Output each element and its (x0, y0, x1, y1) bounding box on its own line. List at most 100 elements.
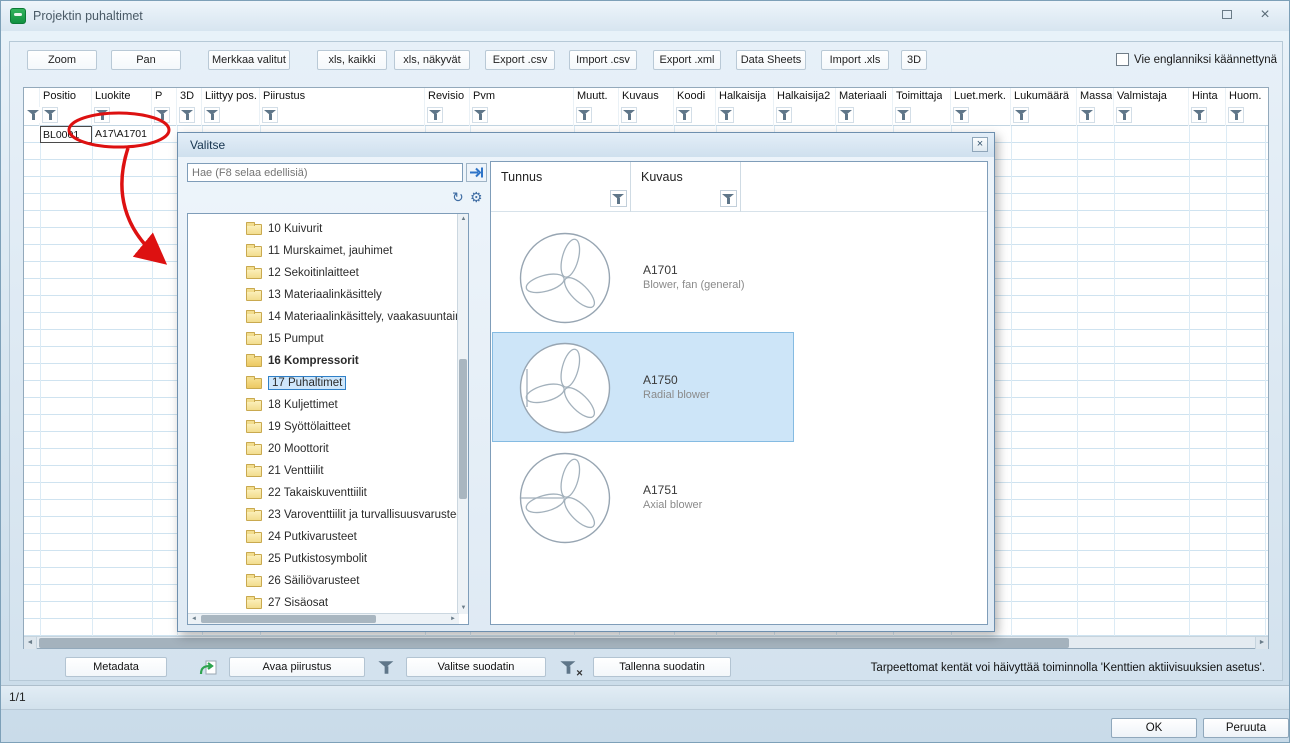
tree-item[interactable]: 26 Säiliövarusteet (188, 570, 468, 592)
filter-button[interactable] (1013, 107, 1029, 123)
close-button[interactable]: × (1251, 5, 1279, 25)
column-header-muutt[interactable]: Muutt. (574, 88, 619, 126)
mark-selected-button[interactable]: Merkkaa valitut (208, 50, 290, 70)
filter-button[interactable] (42, 107, 58, 123)
scroll-up-icon[interactable]: ▲ (458, 214, 469, 225)
filter-button[interactable] (676, 107, 692, 123)
column-header-materiaali[interactable]: Materiaali (836, 88, 893, 126)
filter-button[interactable] (776, 107, 792, 123)
dialog-close-button[interactable]: × (972, 137, 988, 152)
table-horizontal-scrollbar[interactable]: ◄ ► (24, 636, 1268, 648)
result-item-a1750-selected[interactable]: A1750 Radial blower (492, 332, 794, 442)
tree-item[interactable]: 14 Materiaalinkäsittely, vaakasuuntain (188, 306, 468, 328)
filter-button[interactable] (154, 107, 170, 123)
filter-button[interactable] (576, 107, 592, 123)
filter-button[interactable] (953, 107, 969, 123)
export-csv-button[interactable]: Export .csv (485, 50, 555, 70)
filter-button[interactable] (94, 107, 110, 123)
column-header-valmistaja[interactable]: Valmistaja (1114, 88, 1189, 126)
tree-item[interactable]: 13 Materiaalinkäsittely (188, 284, 468, 306)
column-header-3d[interactable]: 3D (177, 88, 202, 126)
export-xml-button[interactable]: Export .xml (653, 50, 721, 70)
import-csv-button[interactable]: Import .csv (569, 50, 637, 70)
column-header-piirustus[interactable]: Piirustus (260, 88, 425, 126)
scroll-right-icon[interactable]: ► (1255, 637, 1268, 649)
scroll-right-icon[interactable]: ► (447, 614, 459, 625)
refresh-icon[interactable]: ↻ (452, 189, 464, 206)
column-header-kuvaus[interactable]: Kuvaus (619, 88, 674, 126)
column-header-huom[interactable]: Huom. (1226, 88, 1265, 126)
tree-item[interactable]: 18 Kuljettimet (188, 394, 468, 416)
tree-item-selected[interactable]: 17 Puhaltimet (188, 372, 468, 394)
filter-button[interactable] (1116, 107, 1132, 123)
scrollbar-thumb[interactable] (201, 615, 376, 623)
dialog-title-bar[interactable]: Valitse × (178, 133, 994, 157)
tree-item[interactable]: 12 Sekoitinlaitteet (188, 262, 468, 284)
column-header-lukumaara[interactable]: Lukumäärä (1011, 88, 1077, 126)
export-english-checkbox[interactable] (1116, 53, 1129, 66)
tree-item[interactable]: 25 Putkistosymbolit (188, 548, 468, 570)
column-header-luet-merk[interactable]: Luet.merk. (951, 88, 1011, 126)
filter-button[interactable] (204, 107, 220, 123)
gutter-filter-button[interactable] (25, 107, 41, 123)
filter-button[interactable] (262, 107, 278, 123)
3d-button[interactable]: 3D (901, 50, 927, 70)
results-column-kuvaus[interactable]: Kuvaus (641, 170, 683, 184)
tree-item[interactable]: 27 Sisäosat (188, 592, 468, 614)
tree-item[interactable]: 19 Syöttölaitteet (188, 416, 468, 438)
save-filter-button[interactable]: Tallenna suodatin (593, 657, 731, 677)
scrollbar-thumb[interactable] (459, 359, 467, 499)
filter-button[interactable] (718, 107, 734, 123)
column-header-halkaisija[interactable]: Halkaisija (716, 88, 774, 126)
filter-button[interactable] (720, 190, 737, 207)
tree-vertical-scrollbar[interactable]: ▲ ▼ (457, 214, 468, 614)
maximize-button[interactable] (1213, 5, 1241, 25)
column-header-toimittaja[interactable]: Toimittaja (893, 88, 951, 126)
tree-item[interactable]: 23 Varoventtiilit ja turvallisuusvaruste… (188, 504, 468, 526)
xls-all-button[interactable]: xls, kaikki (317, 50, 387, 70)
column-header-p[interactable]: P (152, 88, 177, 126)
filter-button[interactable] (472, 107, 488, 123)
filter-button[interactable] (179, 107, 195, 123)
filter-button[interactable] (610, 190, 627, 207)
tree-item[interactable]: 21 Venttiilit (188, 460, 468, 482)
column-header-koodi[interactable]: Koodi (674, 88, 716, 126)
filter-button[interactable] (1079, 107, 1095, 123)
filter-button[interactable] (895, 107, 911, 123)
column-header-revisio[interactable]: Revisio (425, 88, 470, 126)
cancel-button[interactable]: Peruuta (1203, 718, 1289, 738)
filter-button[interactable] (1228, 107, 1244, 123)
zoom-button[interactable]: Zoom (27, 50, 97, 70)
tree-item[interactable]: 16 Kompressorit (188, 350, 468, 372)
tree-horizontal-scrollbar[interactable]: ◄ ► (188, 613, 459, 624)
column-header-liittyy-pos[interactable]: Liittyy pos. (202, 88, 260, 126)
cell-luokite[interactable]: A17\A1701 (93, 126, 153, 143)
tree-item[interactable]: 11 Murskaimet, jauhimet (188, 240, 468, 262)
tree-item[interactable]: 20 Moottorit (188, 438, 468, 460)
result-item-a1751[interactable]: A1751 Axial blower (492, 442, 794, 552)
checkout-arrow-icon[interactable] (198, 659, 218, 682)
filter-button[interactable] (838, 107, 854, 123)
tree-item[interactable]: 10 Kuivurit (188, 218, 468, 240)
xls-visible-button[interactable]: xls, näkyvät (394, 50, 470, 70)
cell-positio[interactable]: BL0001 (40, 126, 92, 143)
filter-button[interactable] (427, 107, 443, 123)
column-header-pvm[interactable]: Pvm (470, 88, 574, 126)
data-sheets-button[interactable]: Data Sheets (736, 50, 806, 70)
tree-item[interactable]: 24 Putkivarusteet (188, 526, 468, 548)
tree-item[interactable]: 15 Pumput (188, 328, 468, 350)
filter-button[interactable] (621, 107, 637, 123)
scroll-left-icon[interactable]: ◄ (24, 637, 37, 649)
column-header-hinta[interactable]: Hinta (1189, 88, 1226, 126)
settings-gear-icon[interactable]: ⚙ (470, 189, 483, 206)
scroll-left-icon[interactable]: ◄ (188, 614, 200, 625)
tree-item[interactable]: 22 Takaiskuventtiilit (188, 482, 468, 504)
select-filter-button[interactable]: Valitse suodatin (406, 657, 546, 677)
scrollbar-thumb[interactable] (39, 638, 1069, 648)
filter-button[interactable] (1191, 107, 1207, 123)
result-item-a1701[interactable]: A1701 Blower, fan (general) (492, 222, 794, 332)
import-xls-button[interactable]: Import .xls (821, 50, 889, 70)
open-drawing-button[interactable]: Avaa piirustus (229, 657, 365, 677)
search-input[interactable] (187, 163, 463, 182)
results-column-tunnus[interactable]: Tunnus (501, 170, 542, 184)
